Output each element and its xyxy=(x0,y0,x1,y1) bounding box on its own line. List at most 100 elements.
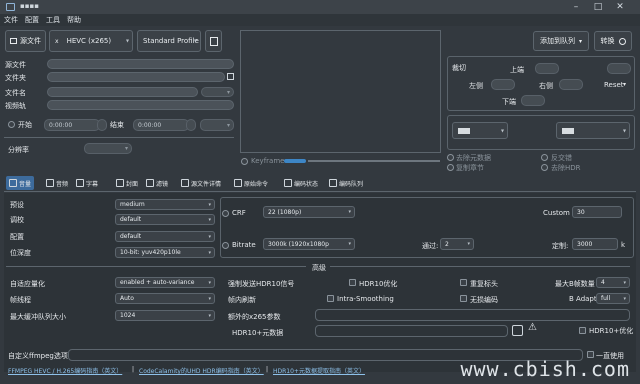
keyframe-radio[interactable] xyxy=(241,158,248,165)
bitrate-radio[interactable] xyxy=(222,242,229,249)
tab-encode-queue[interactable]: 编码队列 xyxy=(329,176,363,190)
adaptive-quant-select[interactable]: enabled + auto-variance ▾ xyxy=(115,277,215,288)
menu-file[interactable]: 文件 xyxy=(4,15,18,25)
frame-threads-select[interactable]: Auto ▾ xyxy=(115,293,215,304)
color-select-2[interactable]: ▾ xyxy=(556,122,630,139)
extra-params-input[interactable] xyxy=(315,309,630,321)
seek-slider-track[interactable] xyxy=(308,160,440,162)
crop-top-input[interactable] xyxy=(535,63,559,74)
crf-value: 22 (1080p) xyxy=(268,208,302,216)
link-hdr10-plus-guide[interactable]: HDR10+元数据提取指南（英文） xyxy=(273,366,365,375)
profile-settings-button[interactable] xyxy=(205,30,222,52)
menu-help[interactable]: 帮助 xyxy=(67,15,81,25)
profile-setting-select[interactable]: default ▾ xyxy=(115,231,215,242)
crop-reset-button[interactable]: Reset xyxy=(604,81,624,89)
source-file-field[interactable] xyxy=(47,59,234,69)
chevron-down-icon[interactable]: ▾ xyxy=(623,81,626,88)
tab-filters[interactable]: 滤镜 xyxy=(146,176,168,190)
repeat-headers-checkbox[interactable] xyxy=(460,279,467,286)
color-swatch xyxy=(458,127,470,134)
bitrate-value: 3000k (1920x1080p xyxy=(268,240,329,248)
add-to-queue-button[interactable]: 添加到队列 ▾ xyxy=(533,31,589,51)
folder-icon[interactable] xyxy=(227,73,234,80)
tune-select[interactable]: default ▾ xyxy=(115,214,215,225)
profile-select[interactable]: Standard Profile ▾ xyxy=(137,30,201,52)
chevron-down-icon: ▾ xyxy=(208,312,211,319)
encoder-select[interactable]: x HEVC (x265) ▾ xyxy=(49,30,133,52)
maximize-icon[interactable]: □ xyxy=(592,1,604,13)
menu-bar: 文件 配置 工具 帮助 xyxy=(0,14,640,26)
tab-cover[interactable]: 封面 xyxy=(116,176,138,190)
start-label: 开始 xyxy=(18,121,32,129)
hdr10-plus-checkbox[interactable] xyxy=(579,327,586,334)
link-uhd-hdr-guide[interactable]: CodeCalamity的UHD HDR编码指南（英文） xyxy=(139,366,264,375)
container-select[interactable]: ▾ xyxy=(201,87,234,97)
menu-tools[interactable]: 工具 xyxy=(46,15,60,25)
start-radio[interactable] xyxy=(8,121,15,128)
seek-slider-fill[interactable] xyxy=(284,159,306,163)
color-select-1[interactable]: ▾ xyxy=(452,122,508,139)
tab-subtitles[interactable]: 字幕 xyxy=(76,176,98,190)
max-bframes-select[interactable]: 4 ▾ xyxy=(596,277,630,288)
menu-config[interactable]: 配置 xyxy=(25,15,39,25)
copy-chapters-radio[interactable] xyxy=(447,164,454,171)
start-time-input[interactable]: 0:00:00 xyxy=(44,119,100,131)
end-label: 结束 xyxy=(110,121,124,129)
deinterlace-radio[interactable] xyxy=(541,154,548,161)
tab-source-details[interactable]: 源文件详情 xyxy=(181,176,221,190)
crf-select[interactable]: 22 (1080p) ▾ xyxy=(263,206,355,218)
filename-field[interactable] xyxy=(47,87,198,97)
tab-subtitles-label: 字幕 xyxy=(86,180,99,188)
custom-input[interactable]: 30 xyxy=(572,206,622,218)
resolution-label: 分辨率 xyxy=(8,146,29,154)
convert-button[interactable]: 转换 xyxy=(594,31,632,51)
audio-icon xyxy=(46,179,54,187)
badapt-select[interactable]: full ▾ xyxy=(596,293,630,304)
bitdepth-select[interactable]: 10-bit: yuv420p10le ▾ xyxy=(115,247,215,258)
crf-label: CRF xyxy=(232,209,246,217)
remove-metadata-radio[interactable] xyxy=(447,154,454,161)
tab-video[interactable]: 音量 xyxy=(6,176,35,190)
hdr10-opt-checkbox[interactable] xyxy=(349,279,356,286)
tune-value: default xyxy=(120,216,142,223)
crop-left-input[interactable] xyxy=(491,79,515,90)
tab-audio[interactable]: 音频 xyxy=(46,176,68,190)
title-bar: ▪▪▪▪ – □ ✕ xyxy=(0,0,640,14)
link-ffmpeg-guide[interactable]: FFMPEG HEVC / H.265编码指南（英文） xyxy=(8,366,122,375)
end-time-stepper[interactable] xyxy=(186,119,196,131)
crop-right-input[interactable] xyxy=(559,79,583,90)
remove-hdr-radio[interactable] xyxy=(541,164,548,171)
window-title: ▪▪▪▪ xyxy=(20,2,39,10)
max-lookahead-select[interactable]: 1024 ▾ xyxy=(115,310,215,321)
tab-encode-status[interactable]: 编码状态 xyxy=(284,176,318,190)
folder-field[interactable] xyxy=(47,72,225,82)
crop-bottom-input[interactable] xyxy=(521,95,545,106)
video-track-label: 视频轨 xyxy=(5,102,26,110)
intra-smoothing-checkbox[interactable] xyxy=(327,295,334,302)
source-file-button[interactable]: 源文件 xyxy=(5,30,46,52)
minimize-icon[interactable]: – xyxy=(570,1,582,13)
trim-mode-select[interactable]: ▾ xyxy=(200,119,234,131)
end-time-input[interactable]: 0:00:00 xyxy=(133,119,189,131)
video-track-select[interactable] xyxy=(47,100,234,110)
hdr10-metadata-input[interactable] xyxy=(315,325,508,337)
folder-icon[interactable] xyxy=(512,325,523,336)
pass-select[interactable]: 2 ▾ xyxy=(440,238,474,250)
fixed-bitrate-input[interactable]: 3000 xyxy=(572,238,618,250)
link-separator: | xyxy=(266,366,269,373)
crf-radio[interactable] xyxy=(222,210,229,217)
tab-raw-command[interactable]: 原始命令 xyxy=(234,176,268,190)
close-icon[interactable]: ✕ xyxy=(614,1,626,13)
bitrate-select[interactable]: 3000k (1920x1080p ▾ xyxy=(263,238,355,250)
crop-preset-input[interactable] xyxy=(607,63,631,74)
custom-label: Custom xyxy=(543,209,570,217)
start-time-stepper[interactable] xyxy=(97,119,107,131)
frame-threads-label: 帧线程 xyxy=(10,296,31,304)
preset-select[interactable]: medium ▾ xyxy=(115,199,215,210)
tab-encode-queue-label: 编码队列 xyxy=(339,180,364,188)
lossless-checkbox[interactable] xyxy=(460,295,467,302)
tab-raw-command-label: 原始命令 xyxy=(244,180,269,188)
resolution-select[interactable]: ▾ xyxy=(84,143,132,154)
divider xyxy=(6,266,306,267)
chevron-down-icon: ▾ xyxy=(125,37,129,45)
